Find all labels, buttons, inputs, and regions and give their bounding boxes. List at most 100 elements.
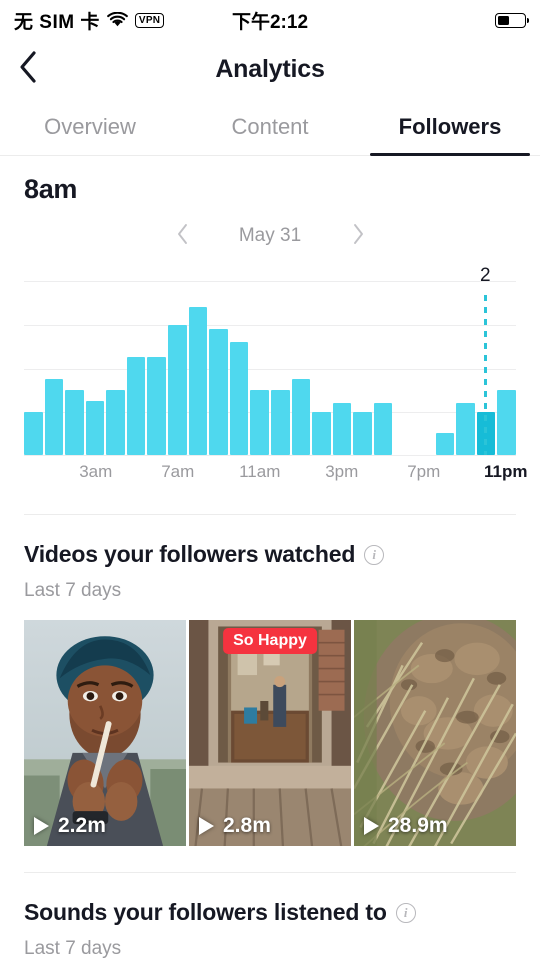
chart-bar[interactable] (168, 324, 187, 455)
chart-bar-slot[interactable] (373, 281, 393, 455)
video-meta: 2.8m (199, 814, 271, 838)
play-icon (364, 817, 379, 835)
date-label: May 31 (238, 225, 302, 246)
status-bar-clock: 下午2:12 (231, 11, 309, 33)
chart-bar-slot[interactable] (188, 281, 208, 455)
chart-bar-slot[interactable] (332, 281, 352, 455)
video-view-count: 2.2m (58, 814, 106, 837)
chart-bar[interactable] (126, 357, 146, 455)
sounds-listened-section: Sounds your followers listened to i Last… (0, 899, 540, 960)
x-axis-tick: 3pm (325, 462, 359, 481)
tab-overview[interactable]: Overview (0, 98, 180, 155)
chart-bar-slot[interactable] (85, 281, 105, 455)
chart-bar[interactable] (188, 307, 208, 455)
chart-x-axis: 3am 7am 11am 3pm 7pm 11pm (24, 462, 527, 492)
x-axis-tick: 7pm (407, 462, 441, 481)
video-card[interactable]: 28.9m (354, 620, 516, 846)
videos-grid: 2.2m So Happy 2.8m 28.9m (24, 620, 516, 846)
play-icon (199, 817, 214, 835)
info-icon[interactable]: i (364, 544, 385, 565)
x-axis-tick: 11am (239, 462, 281, 481)
chart-bar-slot[interactable] (147, 281, 167, 455)
chart-bar[interactable] (291, 378, 311, 455)
chart-bar-slot[interactable] (106, 281, 125, 455)
videos-title-row: Videos your followers watched i (24, 541, 516, 568)
video-thumbnail (354, 620, 516, 846)
chart-bar-slot[interactable] (126, 281, 146, 455)
chart-bar[interactable] (44, 378, 64, 455)
chart-bar[interactable] (353, 411, 372, 455)
video-badge: So Happy (223, 628, 317, 654)
nav-bar: Analytics (0, 40, 540, 98)
chart-bar[interactable] (435, 433, 455, 455)
chart-bar[interactable] (373, 402, 393, 455)
chart-bar[interactable] (209, 328, 228, 455)
chart-bar[interactable] (65, 389, 84, 455)
chart-bar-slot[interactable] (168, 281, 187, 455)
battery-icon (495, 12, 529, 28)
chart-bar-slot[interactable] (312, 281, 331, 455)
chart-bar[interactable] (85, 400, 105, 455)
tab-followers[interactable]: Followers (360, 98, 540, 156)
chevron-right-icon (352, 223, 365, 250)
chart-bar[interactable] (497, 389, 516, 455)
status-bar-right (495, 12, 529, 28)
chart-bar-slot[interactable] (229, 281, 249, 455)
chart-bar[interactable] (229, 341, 249, 455)
chart-bar-slot[interactable] (415, 281, 434, 455)
chart-baseline (24, 455, 516, 456)
chart-bar[interactable] (312, 411, 331, 455)
date-navigator: May 31 (24, 219, 516, 253)
chart-bar-slot[interactable] (65, 281, 84, 455)
videos-watched-section: Videos your followers watched i Last 7 d… (0, 541, 540, 846)
marker-value-label: 2 (479, 265, 491, 286)
follower-activity-card: 8am May 31 2 3am 7am 11am 3pm 7pm 11pm (0, 174, 540, 492)
chart-bar[interactable] (106, 389, 125, 455)
page-title: Analytics (215, 54, 325, 83)
chevron-left-icon (176, 223, 189, 250)
videos-section-title: Videos your followers watched (24, 541, 356, 567)
chart-bar[interactable] (250, 389, 269, 455)
follower-activity-chart[interactable]: 2 (24, 265, 516, 456)
section-divider (24, 872, 516, 873)
video-thumbnail (24, 620, 186, 846)
video-view-count: 2.8m (223, 814, 271, 837)
x-axis-tick: 3am (79, 462, 113, 481)
chart-bar-slot[interactable] (353, 281, 372, 455)
chart-bar-slot[interactable] (250, 281, 269, 455)
x-axis-tick: 11pm (484, 462, 528, 481)
chart-bar-slot[interactable] (270, 281, 290, 455)
video-card[interactable]: 2.2m (24, 620, 186, 846)
chart-bar[interactable] (24, 411, 43, 455)
chart-bar-slot[interactable] (24, 281, 43, 455)
date-next-button[interactable] (330, 219, 386, 253)
chart-bar-slot[interactable] (435, 281, 455, 455)
sounds-section-title: Sounds your followers listened to (24, 899, 387, 925)
tab-content[interactable]: Content (180, 98, 360, 155)
info-icon[interactable]: i (395, 902, 416, 923)
chart-bar[interactable] (332, 402, 352, 455)
chart-bars (24, 281, 516, 455)
sounds-title-row: Sounds your followers listened to i (24, 899, 516, 926)
chart-bar-slot[interactable] (394, 281, 413, 455)
sounds-section-subtitle: Last 7 days (24, 938, 122, 959)
x-axis-tick: 7am (161, 462, 195, 481)
chart-bar[interactable] (456, 402, 475, 455)
video-card[interactable]: So Happy 2.8m (189, 620, 351, 846)
chart-bar-slot[interactable] (497, 281, 516, 455)
date-prev-button[interactable] (154, 219, 210, 253)
chart-heading: 8am (24, 174, 78, 204)
chart-bar-slot[interactable] (456, 281, 475, 455)
play-icon (34, 817, 49, 835)
video-meta: 2.2m (34, 814, 106, 838)
chart-bar[interactable] (270, 389, 290, 455)
videos-section-subtitle: Last 7 days (24, 580, 122, 601)
chart-bar-slot[interactable] (44, 281, 64, 455)
analytics-tabs: Overview Content Followers (0, 98, 540, 156)
chart-bar[interactable] (147, 357, 167, 455)
video-view-count: 28.9m (388, 814, 448, 837)
section-divider (24, 514, 516, 515)
chart-bar-slot[interactable] (209, 281, 228, 455)
chart-bar-slot[interactable] (291, 281, 311, 455)
marker-dashed-line (484, 295, 487, 455)
